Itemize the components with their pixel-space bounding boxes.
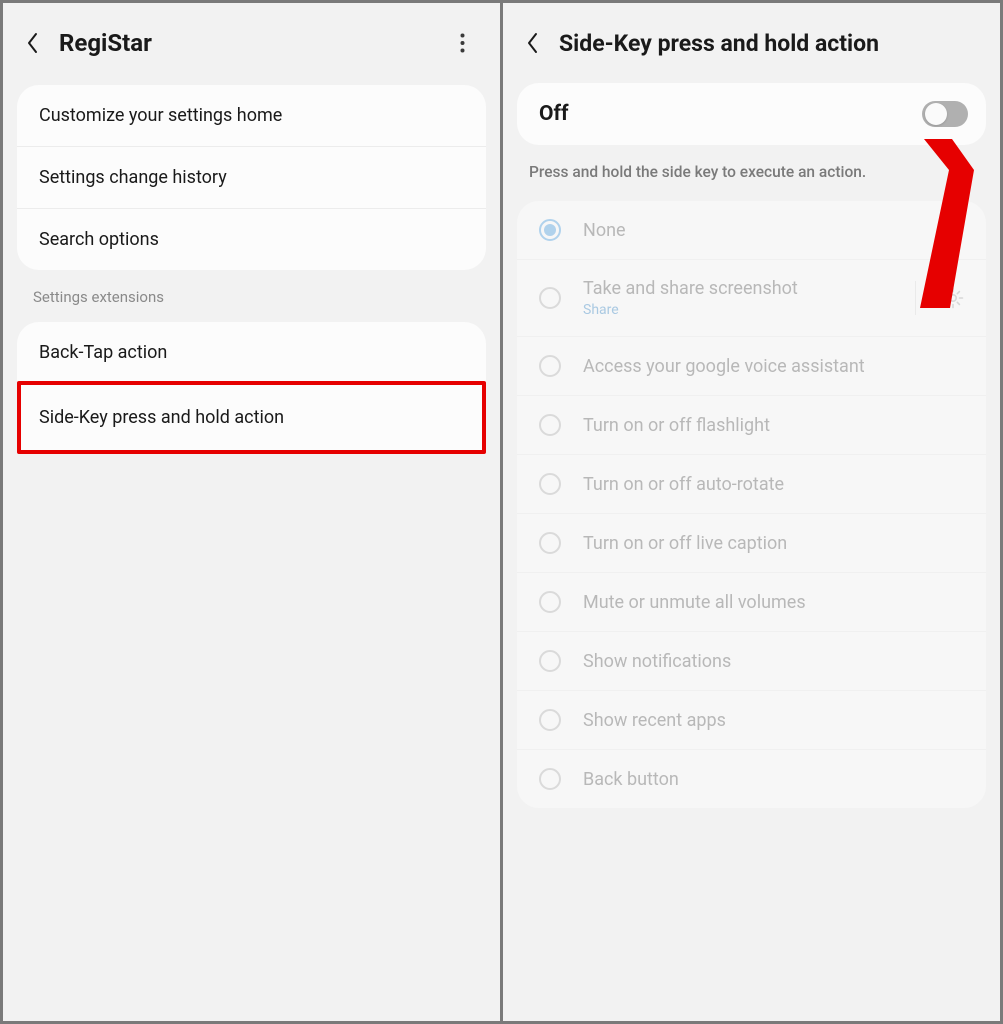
list-item-sidekey[interactable]: Side-Key press and hold action (21, 385, 482, 450)
extensions-section-label: Settings extensions (3, 270, 500, 316)
option-row[interactable]: Take and share screenshotShare (517, 260, 986, 337)
radio-icon[interactable] (539, 355, 561, 377)
more-icon[interactable] (444, 25, 480, 61)
option-row[interactable]: Turn on or off auto-rotate (517, 455, 986, 514)
list-item-customize[interactable]: Customize your settings home (17, 85, 486, 147)
radio-icon[interactable] (539, 650, 561, 672)
right-pane: Side-Key press and hold action Off Press… (503, 3, 1000, 1021)
option-label: Turn on or off live caption (583, 533, 968, 554)
radio-icon[interactable] (539, 414, 561, 436)
option-row[interactable]: Access your google voice assistant (517, 337, 986, 396)
radio-icon[interactable] (539, 709, 561, 731)
feature-toggle[interactable] (922, 101, 968, 127)
highlight-annotation: Side-Key press and hold action (17, 381, 486, 454)
option-label: Back button (583, 769, 968, 790)
option-row[interactable]: Mute or unmute all volumes (517, 573, 986, 632)
page-title: RegiStar (59, 29, 438, 57)
option-row[interactable]: Show recent apps (517, 691, 986, 750)
list-item-history[interactable]: Settings change history (17, 147, 486, 209)
main-settings-card: Customize your settings home Settings ch… (17, 85, 486, 270)
option-sublabel: Share (583, 302, 893, 318)
toggle-knob (925, 103, 947, 125)
option-label: Turn on or off flashlight (583, 415, 968, 436)
option-label: Show notifications (583, 651, 968, 672)
radio-icon[interactable] (539, 532, 561, 554)
option-label: Mute or unmute all volumes (583, 592, 968, 613)
divider (915, 281, 916, 315)
option-row[interactable]: Turn on or off live caption (517, 514, 986, 573)
radio-icon[interactable] (539, 287, 561, 309)
option-row[interactable]: Turn on or off flashlight (517, 396, 986, 455)
option-label: Access your google voice assistant (583, 356, 968, 377)
option-label: Turn on or off auto-rotate (583, 474, 968, 495)
list-item-backtap[interactable]: Back-Tap action (17, 322, 486, 383)
option-label: Show recent apps (583, 710, 968, 731)
radio-icon[interactable] (539, 473, 561, 495)
back-icon[interactable] (515, 25, 551, 61)
gear-icon[interactable] (938, 283, 968, 313)
back-icon[interactable] (15, 25, 51, 61)
radio-icon[interactable] (539, 219, 561, 241)
page-title: Side-Key press and hold action (559, 30, 980, 57)
right-header: Side-Key press and hold action (503, 3, 1000, 79)
left-pane: RegiStar Customize your settings home Se… (3, 3, 500, 1021)
toggle-status-label: Off (539, 102, 569, 126)
radio-icon[interactable] (539, 768, 561, 790)
option-row[interactable]: Back button (517, 750, 986, 808)
option-label: None (583, 220, 968, 241)
option-row[interactable]: None (517, 201, 986, 260)
toggle-card: Off (517, 83, 986, 145)
option-row[interactable]: Show notifications (517, 632, 986, 691)
radio-icon[interactable] (539, 591, 561, 613)
option-label: Take and share screenshotShare (583, 278, 893, 318)
extensions-card-top: Back-Tap action (17, 322, 486, 383)
help-text: Press and hold the side key to execute a… (503, 145, 1000, 195)
options-card: None Take and share screenshotShare Access… (517, 201, 986, 808)
left-header: RegiStar (3, 3, 500, 79)
list-item-search[interactable]: Search options (17, 209, 486, 270)
